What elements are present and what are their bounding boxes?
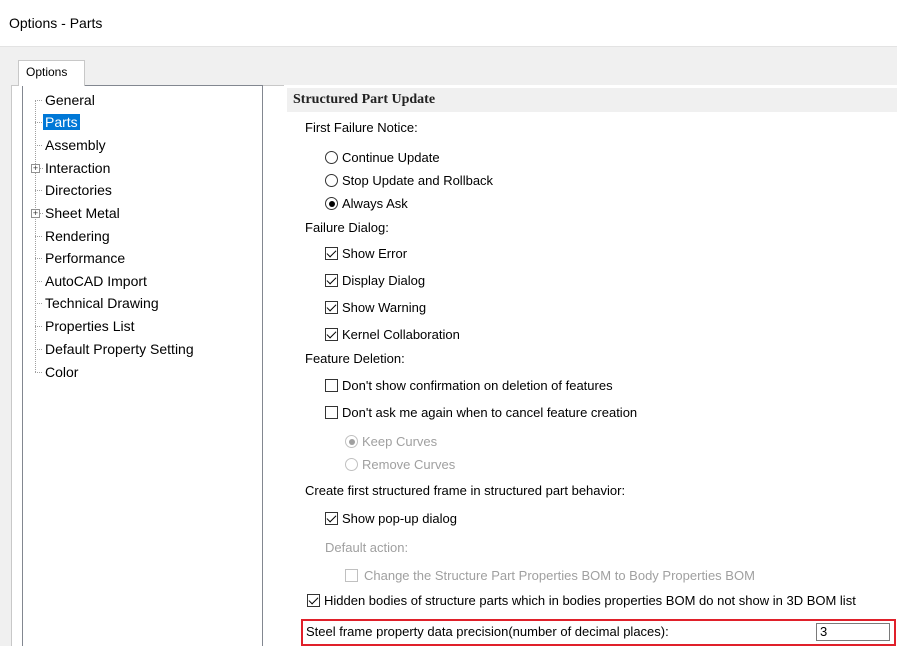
tree-item-label: Interaction (45, 160, 111, 176)
tree-item-label: Directories (45, 182, 112, 198)
tree-item-label: Rendering (45, 228, 110, 244)
radio-button[interactable] (325, 174, 338, 187)
checkbox-label: Change the Structure Part Properties BOM… (364, 568, 755, 583)
tree-branch (35, 145, 42, 146)
tree-item-label: Performance (45, 250, 126, 266)
tree-branch (35, 349, 42, 350)
section-title: Structured Part Update (287, 88, 897, 112)
failure-dialog-label: Failure Dialog: (305, 220, 389, 235)
tab-options[interactable]: Options (18, 60, 85, 86)
tree-branch (35, 303, 42, 304)
checkbox-show-popup[interactable]: Show pop-up dialog (325, 511, 457, 526)
tree-branch (35, 122, 42, 123)
radio-remove-curves[interactable]: Remove Curves (345, 457, 455, 472)
tree-branch (35, 281, 42, 282)
precision-label: Steel frame property data precision(numb… (306, 624, 669, 639)
tree-item-general[interactable]: General (35, 90, 95, 110)
tree-item-autocad-import[interactable]: AutoCAD Import (35, 271, 147, 291)
checkbox[interactable] (345, 569, 358, 582)
first-failure-notice-label: First Failure Notice: (305, 120, 418, 135)
checkbox-label: Kernel Collaboration (342, 327, 460, 342)
title-bar: Options - Parts (0, 0, 897, 47)
tree-item-label: Properties List (45, 318, 135, 334)
radio-button[interactable] (345, 458, 358, 471)
radio-label: Keep Curves (362, 434, 438, 449)
checkbox[interactable] (325, 406, 338, 419)
checkbox[interactable] (325, 379, 338, 392)
tree-branch (35, 190, 42, 191)
tree-item-performance[interactable]: Performance (35, 248, 126, 268)
checkbox-show-warning[interactable]: Show Warning (325, 300, 426, 315)
tree-item-label: Sheet Metal (45, 205, 120, 221)
radio-keep-curves[interactable]: Keep Curves (345, 434, 437, 449)
tree-branch (35, 326, 42, 327)
default-action-label: Default action: (325, 540, 409, 555)
category-tree[interactable]: General Parts Assembly + Interaction Dir… (22, 85, 263, 646)
tree-item-label: Default Property Setting (45, 341, 194, 357)
radio-label: Always Ask (342, 196, 408, 211)
tree-item-label: AutoCAD Import (45, 273, 147, 289)
tab-options-label: Options (26, 65, 68, 79)
radio-stop-update[interactable]: Stop Update and Rollback (325, 173, 493, 188)
tree-item-label: Color (45, 364, 79, 380)
tree-branch (35, 236, 42, 237)
tree-item-color[interactable]: Color (35, 362, 79, 382)
checkbox-label: Hidden bodies of structure parts which i… (324, 593, 856, 608)
expand-icon[interactable]: + (31, 164, 40, 173)
tree-item-interaction[interactable]: + Interaction (31, 158, 111, 178)
checkbox[interactable] (325, 274, 338, 287)
tree-item-label: General (45, 92, 95, 108)
checkbox-dont-show-confirmation[interactable]: Don't show confirmation on deletion of f… (325, 378, 613, 393)
checkbox[interactable] (325, 247, 338, 260)
checkbox-kernel-collaboration[interactable]: Kernel Collaboration (325, 327, 460, 342)
checkbox-hidden-bodies[interactable]: Hidden bodies of structure parts which i… (307, 593, 856, 608)
checkbox-label: Don't show confirmation on deletion of f… (342, 378, 613, 393)
tree-item-directories[interactable]: Directories (35, 180, 112, 200)
tree-item-sheet-metal[interactable]: + Sheet Metal (31, 203, 120, 223)
radio-button[interactable] (325, 197, 338, 210)
radio-label: Stop Update and Rollback (342, 173, 494, 188)
tree-item-assembly[interactable]: Assembly (35, 135, 106, 155)
first-frame-label: Create first structured frame in structu… (305, 483, 626, 498)
radio-label: Remove Curves (362, 457, 456, 472)
checkbox-dont-ask-again[interactable]: Don't ask me again when to cancel featur… (325, 405, 637, 420)
tree-branch (40, 213, 43, 214)
checkbox[interactable] (325, 512, 338, 525)
checkbox-label: Show pop-up dialog (342, 511, 457, 526)
window-title: Options - Parts (9, 15, 103, 31)
checkbox-label: Show Warning (342, 300, 427, 315)
tree-item-properties-list[interactable]: Properties List (35, 316, 135, 336)
checkbox[interactable] (307, 594, 320, 607)
tree-branch (35, 100, 42, 101)
radio-always-ask[interactable]: Always Ask (325, 196, 408, 211)
tree-item-default-property-setting[interactable]: Default Property Setting (35, 339, 194, 359)
tree-item-parts[interactable]: Parts (35, 112, 80, 132)
checkbox-change-bom[interactable]: Change the Structure Part Properties BOM… (345, 568, 755, 583)
checkbox-label: Display Dialog (342, 273, 426, 288)
tree-branch (35, 372, 42, 373)
checkbox-label: Show Error (342, 246, 408, 261)
tree-item-label: Parts (43, 114, 80, 130)
feature-deletion-label: Feature Deletion: (305, 351, 405, 366)
checkbox[interactable] (325, 301, 338, 314)
tree-item-rendering[interactable]: Rendering (35, 226, 110, 246)
radio-button[interactable] (345, 435, 358, 448)
checkbox-display-dialog[interactable]: Display Dialog (325, 273, 425, 288)
tree-item-label: Technical Drawing (45, 295, 159, 311)
precision-input[interactable]: 3 (816, 623, 890, 641)
checkbox[interactable] (325, 328, 338, 341)
tree-item-label: Assembly (45, 137, 106, 153)
tree-branch (35, 258, 42, 259)
tree-item-technical-drawing[interactable]: Technical Drawing (35, 293, 159, 313)
radio-label: Continue Update (342, 150, 440, 165)
radio-continue-update[interactable]: Continue Update (325, 150, 440, 165)
tree-branch (40, 168, 43, 169)
expand-icon[interactable]: + (31, 209, 40, 218)
radio-button[interactable] (325, 151, 338, 164)
checkbox-show-error[interactable]: Show Error (325, 246, 407, 261)
checkbox-label: Don't ask me again when to cancel featur… (342, 405, 638, 420)
